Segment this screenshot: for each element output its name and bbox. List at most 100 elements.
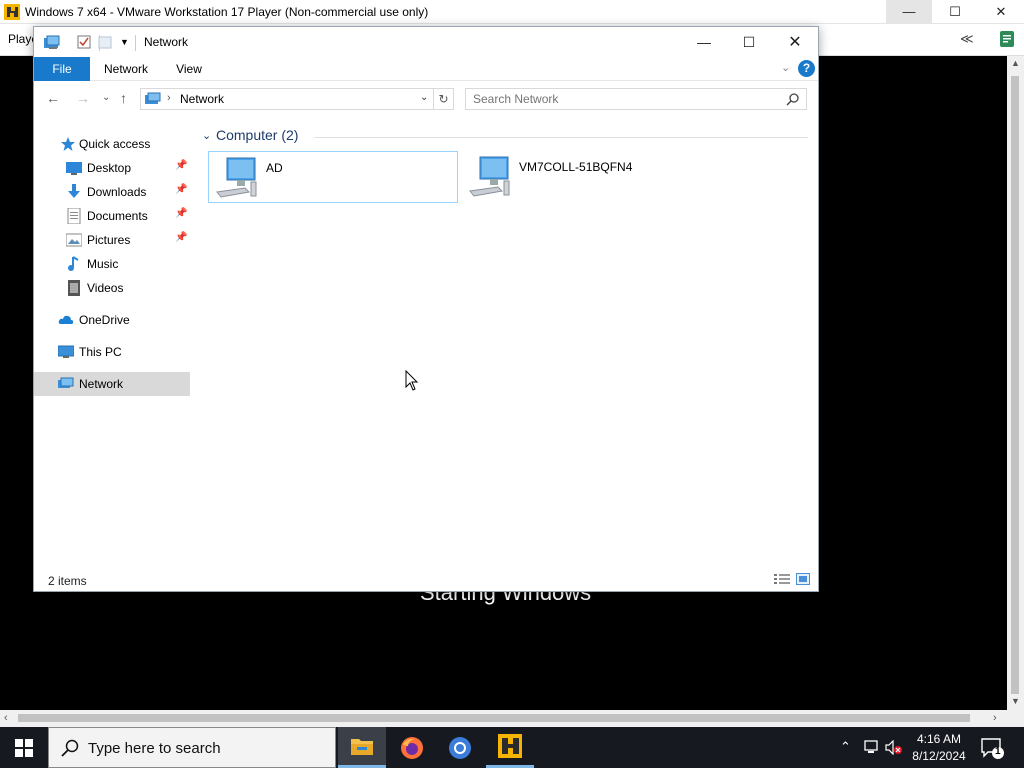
computer-tile-ad[interactable]: AD bbox=[208, 151, 458, 203]
computer-name: AD bbox=[266, 161, 283, 175]
recent-locations-chevron-icon[interactable]: ⌄ bbox=[102, 92, 110, 103]
address-bar[interactable]: › Network ⌄ bbox=[140, 88, 434, 110]
large-icons-view-icon[interactable] bbox=[796, 573, 810, 585]
expand-ribbon-chevron-icon[interactable]: ⌄ bbox=[781, 61, 790, 74]
clock-date: 8/12/2024 bbox=[912, 749, 966, 763]
computer-icon bbox=[469, 156, 510, 197]
pin-icon[interactable]: 📌 bbox=[175, 208, 187, 219]
vertical-scrollbar[interactable]: ▲ ▼ bbox=[1007, 56, 1024, 710]
collapse-toolbar-button[interactable]: ≪ bbox=[960, 31, 974, 47]
firefox-icon bbox=[401, 736, 423, 759]
vertical-scroll-thumb[interactable] bbox=[1011, 76, 1019, 694]
search-input[interactable] bbox=[473, 91, 773, 107]
mouse-cursor-icon bbox=[405, 370, 419, 391]
sidebar-item-onedrive[interactable]: OneDrive bbox=[34, 308, 190, 331]
customize-quick-access-icon[interactable]: ▼ bbox=[120, 37, 134, 51]
network-icon bbox=[58, 377, 74, 388]
explorer-minimize-button[interactable]: — bbox=[681, 27, 727, 57]
item-count: 2 items bbox=[48, 574, 87, 588]
vmware-logo-icon bbox=[498, 734, 522, 758]
tab-network[interactable]: Network bbox=[94, 57, 158, 81]
properties-icon[interactable] bbox=[77, 35, 91, 49]
documents-icon bbox=[67, 208, 81, 224]
explorer-titlebar: ▼ Network — ☐ ✕ bbox=[34, 27, 818, 57]
taskbar-file-explorer[interactable] bbox=[338, 727, 386, 768]
group-label: Computer (2) bbox=[216, 127, 299, 143]
show-hidden-icons-chevron-icon[interactable]: ⌃ bbox=[840, 739, 851, 755]
search-box[interactable] bbox=[465, 88, 807, 110]
up-arrow-icon[interactable]: ↑ bbox=[120, 90, 127, 106]
taskbar-search-placeholder: Type here to search bbox=[88, 740, 221, 757]
volume-muted-icon[interactable] bbox=[885, 740, 903, 755]
scroll-right-icon[interactable]: › bbox=[993, 712, 997, 724]
horizontal-scroll-thumb[interactable] bbox=[18, 714, 970, 722]
sidebar-item-quick-access[interactable]: Quick access bbox=[34, 132, 190, 155]
star-icon bbox=[61, 137, 75, 151]
sidebar-item-downloads[interactable]: Downloads 📌 bbox=[34, 180, 190, 203]
network-status-icon[interactable] bbox=[863, 740, 879, 755]
status-bar: 2 items bbox=[34, 569, 818, 591]
help-button[interactable]: ? bbox=[798, 60, 815, 77]
pin-icon[interactable]: 📌 bbox=[175, 232, 187, 243]
details-view-icon[interactable] bbox=[774, 573, 790, 585]
group-divider bbox=[314, 137, 808, 138]
cloud-icon bbox=[58, 315, 74, 324]
horizontal-scrollbar[interactable]: ‹ › bbox=[0, 710, 1007, 727]
sidebar-item-label: Music bbox=[87, 257, 119, 271]
refresh-button[interactable]: ↻ bbox=[434, 88, 454, 110]
new-folder-icon[interactable] bbox=[98, 35, 112, 49]
vmware-titlebar: Windows 7 x64 - VMware Workstation 17 Pl… bbox=[0, 0, 1024, 24]
taskbar-firefox[interactable] bbox=[388, 727, 436, 768]
scroll-left-icon[interactable]: ‹ bbox=[4, 712, 8, 724]
start-button[interactable] bbox=[0, 727, 48, 768]
explorer-close-button[interactable]: ✕ bbox=[772, 27, 818, 57]
vmware-maximize-button[interactable]: ☐ bbox=[932, 0, 978, 24]
tab-file[interactable]: File bbox=[34, 57, 90, 81]
scroll-down-icon[interactable]: ▼ bbox=[1011, 696, 1020, 706]
title-separator bbox=[135, 35, 136, 51]
file-explorer-window: ▼ Network — ☐ ✕ File Network View ⌄ ? ← … bbox=[33, 26, 819, 592]
taskbar-chromium[interactable] bbox=[436, 727, 484, 768]
scrollbar-corner bbox=[1007, 710, 1024, 727]
collapse-group-chevron-icon[interactable]: ⌄ bbox=[202, 129, 211, 142]
taskbar-vmware-player[interactable] bbox=[486, 727, 534, 768]
tab-view[interactable]: View bbox=[164, 57, 214, 81]
breadcrumb-chevron-icon[interactable]: › bbox=[167, 92, 171, 104]
sidebar-item-music[interactable]: Music bbox=[34, 252, 190, 275]
sidebar-item-label: Desktop bbox=[87, 161, 132, 175]
sidebar-item-label: Network bbox=[79, 377, 124, 391]
group-header-computer[interactable]: ⌄ Computer (2) bbox=[202, 127, 808, 147]
action-center-button[interactable]: 1 bbox=[980, 736, 1004, 760]
pin-icon[interactable]: 📌 bbox=[175, 160, 187, 171]
search-icon[interactable] bbox=[786, 92, 800, 106]
sidebar-item-label: Documents bbox=[87, 209, 148, 223]
scroll-up-icon[interactable]: ▲ bbox=[1011, 58, 1020, 68]
network-folder-icon bbox=[44, 35, 60, 49]
back-arrow-icon[interactable]: ← bbox=[46, 90, 60, 106]
content-pane[interactable]: ⌄ Computer (2) AD VM7COLL-51BQFN4 bbox=[192, 117, 818, 563]
computer-name: VM7COLL-51BQFN4 bbox=[519, 160, 633, 174]
navigation-pane: Quick access Desktop 📌 Downloads 📌 Docum… bbox=[34, 117, 192, 563]
sidebar-item-pictures[interactable]: Pictures 📌 bbox=[34, 228, 190, 251]
sidebar-item-this-pc[interactable]: This PC bbox=[34, 340, 190, 363]
taskbar-clock[interactable]: 4:16 AM 8/12/2024 bbox=[906, 731, 972, 765]
computer-tile-vm7coll[interactable]: VM7COLL-51BQFN4 bbox=[462, 151, 712, 203]
forward-arrow-icon[interactable]: → bbox=[76, 90, 90, 106]
pin-icon[interactable]: 📌 bbox=[175, 184, 187, 195]
explorer-maximize-button[interactable]: ☐ bbox=[726, 27, 772, 57]
chromium-icon bbox=[449, 736, 471, 759]
sidebar-item-videos[interactable]: Videos bbox=[34, 276, 190, 299]
notification-count-badge: 1 bbox=[995, 746, 1001, 757]
sidebar-item-network[interactable]: Network bbox=[34, 372, 190, 396]
notes-icon[interactable] bbox=[998, 29, 1016, 49]
sidebar-item-label: Downloads bbox=[87, 185, 147, 199]
clock-time: 4:16 AM bbox=[916, 732, 962, 746]
sidebar-item-label: OneDrive bbox=[79, 313, 130, 327]
vmware-close-button[interactable]: ✕ bbox=[978, 0, 1024, 24]
sidebar-item-documents[interactable]: Documents 📌 bbox=[34, 204, 190, 227]
taskbar-search-box[interactable]: Type here to search bbox=[48, 727, 336, 768]
address-dropdown-icon[interactable]: ⌄ bbox=[420, 92, 428, 103]
sidebar-item-desktop[interactable]: Desktop 📌 bbox=[34, 156, 190, 179]
breadcrumb-network[interactable]: Network bbox=[180, 92, 224, 106]
vmware-minimize-button[interactable]: — bbox=[886, 0, 932, 24]
